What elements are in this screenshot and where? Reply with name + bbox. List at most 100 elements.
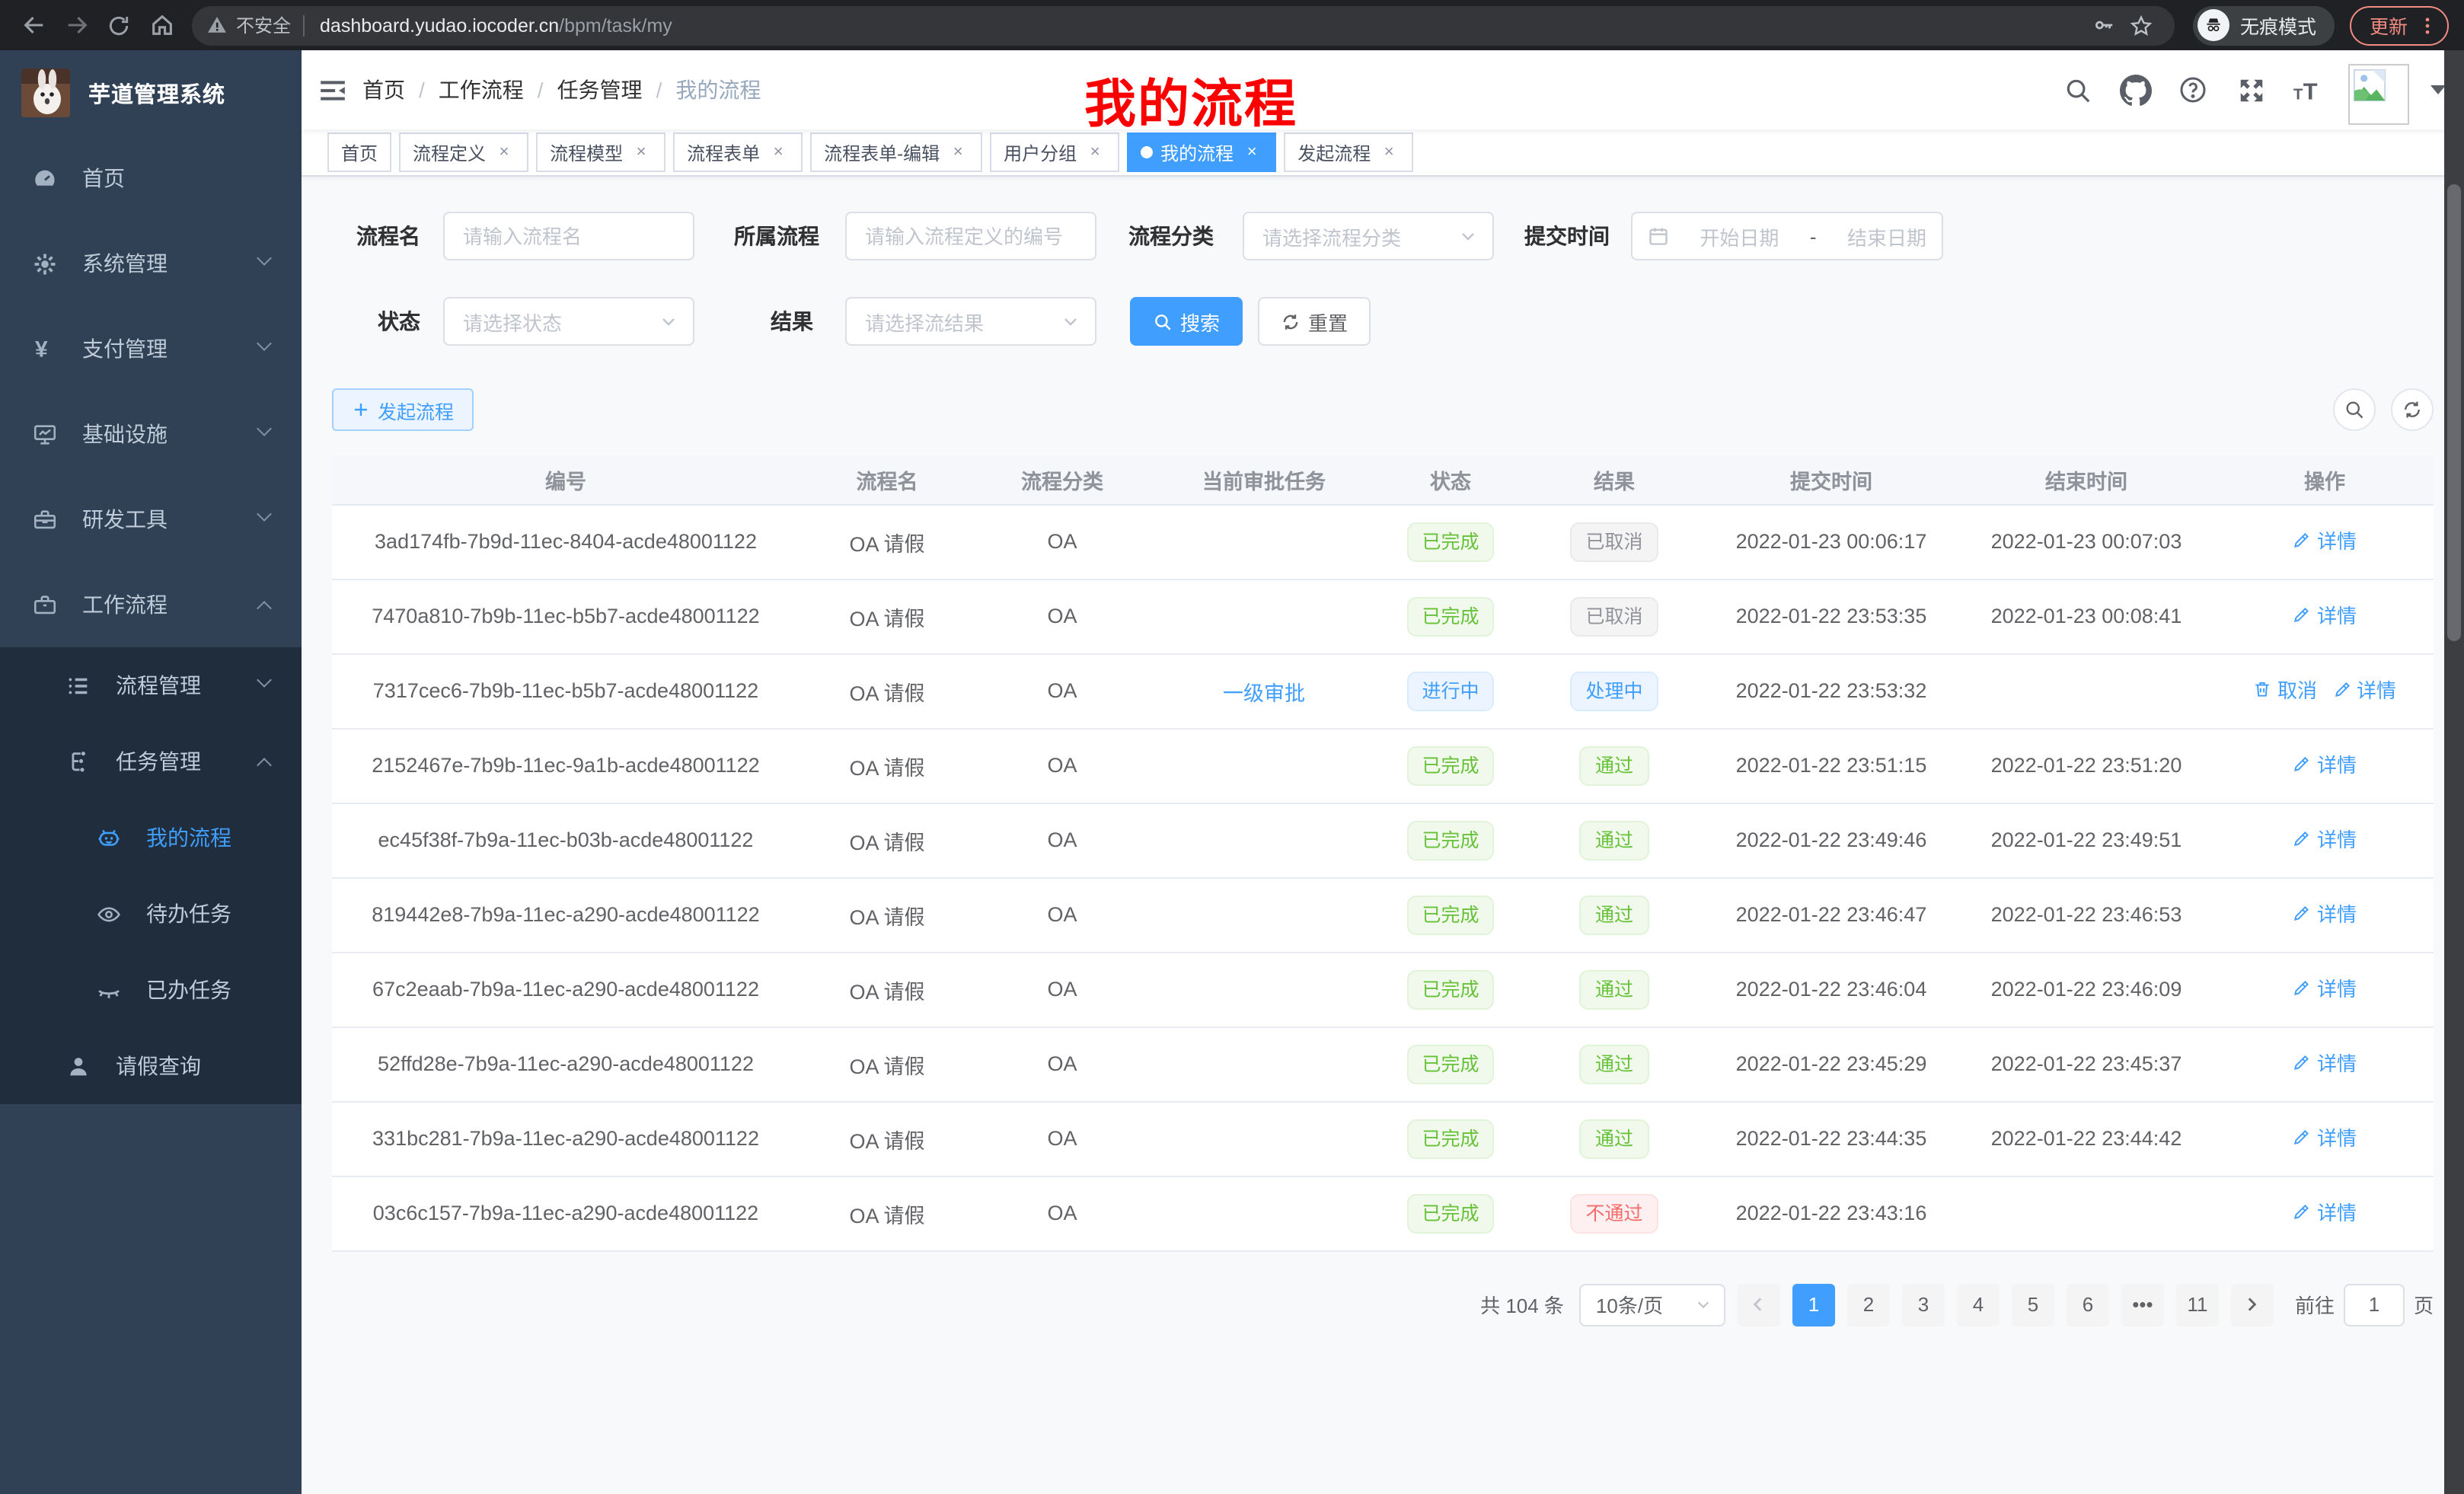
browser-forward-icon[interactable]	[55, 4, 97, 46]
create-process-button[interactable]: 发起流程	[332, 388, 474, 431]
detail-action-link[interactable]: 详情	[2293, 600, 2357, 629]
cell-current-task[interactable]: 一级审批	[1150, 653, 1378, 728]
breadcrumb-workflow[interactable]: 工作流程	[439, 75, 524, 105]
scrollbar-thumb[interactable]	[2447, 184, 2461, 641]
tab-流程表单[interactable]: 流程表单×	[673, 132, 803, 172]
page-button-11[interactable]: 11	[2176, 1283, 2219, 1326]
tab-发起流程[interactable]: 发起流程×	[1284, 132, 1413, 172]
close-icon[interactable]: ×	[493, 142, 515, 163]
page-button-3[interactable]: 3	[1902, 1283, 1945, 1326]
tab-首页[interactable]: 首页	[327, 132, 391, 172]
detail-action-link[interactable]: 详情	[2332, 675, 2396, 704]
sidebar-item-my-process[interactable]: 我的流程	[0, 800, 302, 876]
page-button-1[interactable]: 1	[1792, 1283, 1835, 1326]
task-link[interactable]: 一级审批	[1223, 682, 1305, 704]
browser-menu-icon[interactable]	[2417, 14, 2438, 36]
column-header: 状态	[1378, 455, 1523, 504]
breadcrumb-task-mgmt[interactable]: 任务管理	[557, 75, 643, 105]
table-row: 7317cec6-7b9b-11ec-b5b7-acde48001122OA 请…	[332, 653, 2434, 728]
close-icon[interactable]: ×	[630, 142, 652, 163]
address-bar[interactable]: 不安全 dashboard.yudao.iocoder.cn/bpm/task/…	[192, 5, 2175, 45]
search-icon[interactable]	[2059, 72, 2095, 108]
avatar-caret-down-icon[interactable]	[2430, 85, 2446, 101]
sidebar-toggle-hamburger-icon[interactable]	[302, 50, 362, 129]
window-scrollbar[interactable]	[2444, 50, 2464, 1494]
sidebar-item-task-mgmt[interactable]: 任务管理	[0, 723, 302, 800]
sidebar-item-done-tasks[interactable]: 已办任务	[0, 952, 302, 1028]
browser-back-icon[interactable]	[12, 4, 55, 46]
search-button[interactable]: 搜索	[1130, 297, 1243, 346]
submit-time-label: 提交时间	[1524, 221, 1610, 251]
tab-用户分组[interactable]: 用户分组×	[990, 132, 1119, 172]
detail-action-link[interactable]: 详情	[2293, 1122, 2357, 1151]
cancel-action-link[interactable]: 取消	[2253, 675, 2317, 704]
sidebar-item-payment-mgmt[interactable]: ¥支付管理	[0, 306, 302, 391]
sidebar-item-workflow[interactable]: 工作流程	[0, 562, 302, 647]
prev-page-button[interactable]	[1738, 1283, 1780, 1326]
app-logo[interactable]: 芋道管理系统	[0, 50, 302, 136]
status-badge: 通过	[1580, 1044, 1649, 1084]
page-size-select[interactable]: 10条/页	[1579, 1283, 1725, 1326]
detail-action-link[interactable]: 详情	[2293, 973, 2357, 1002]
detail-action-link[interactable]: 详情	[2293, 1197, 2357, 1226]
cell-result: 处理中	[1523, 653, 1706, 728]
sidebar-item-home[interactable]: 首页	[0, 136, 302, 221]
cell-result: 通过	[1523, 803, 1706, 877]
category-select[interactable]: 请选择流程分类	[1243, 212, 1494, 260]
page-button-2[interactable]: 2	[1847, 1283, 1890, 1326]
tab-流程表单-编辑[interactable]: 流程表单-编辑×	[810, 132, 982, 172]
cell-status: 已完成	[1378, 877, 1523, 952]
detail-action-link[interactable]: 详情	[2293, 525, 2357, 554]
reset-button[interactable]: 重置	[1258, 297, 1371, 346]
refresh-table-icon[interactable]	[2391, 388, 2434, 431]
browser-home-icon[interactable]	[140, 4, 183, 46]
detail-action-link[interactable]: 详情	[2293, 824, 2357, 853]
tab-流程定义[interactable]: 流程定义×	[399, 132, 528, 172]
gear-icon	[30, 250, 58, 277]
detail-action-link[interactable]: 详情	[2293, 1048, 2357, 1077]
result-select[interactable]: 请选择流结果	[845, 297, 1096, 346]
close-icon[interactable]: ×	[1378, 142, 1400, 163]
submit-time-range[interactable]: 开始日期 - 结束日期	[1631, 212, 1943, 260]
page-button-5[interactable]: 5	[2012, 1283, 2054, 1326]
update-button[interactable]: 更新	[2350, 5, 2449, 45]
more-pages-button[interactable]: •••	[2121, 1283, 2164, 1326]
status-select[interactable]: 请选择状态	[443, 297, 694, 346]
edit-icon	[2293, 530, 2312, 550]
close-icon[interactable]: ×	[1084, 142, 1106, 163]
tab-label: 我的流程	[1160, 139, 1234, 165]
browser-reload-icon[interactable]	[97, 4, 140, 46]
close-icon[interactable]: ×	[1241, 142, 1262, 163]
process-name-input[interactable]	[443, 212, 694, 260]
detail-action-link[interactable]: 详情	[2293, 899, 2357, 927]
sidebar-item-infrastructure[interactable]: 基础设施	[0, 391, 302, 477]
avatar[interactable]	[2348, 64, 2409, 125]
site-security-warning-icon[interactable]	[207, 15, 227, 35]
sidebar-item-process-mgmt[interactable]: 流程管理	[0, 647, 302, 723]
goto-page-input[interactable]	[2344, 1283, 2405, 1326]
breadcrumb-home[interactable]: 首页	[362, 75, 405, 105]
sidebar-item-system-mgmt[interactable]: 系统管理	[0, 221, 302, 306]
sidebar-item-dev-tools[interactable]: 研发工具	[0, 477, 302, 562]
cell-name: OA 请假	[800, 728, 975, 803]
filter-row-1: 流程名 所属流程 流程分类 请选择流程分类 提交时间 开始日期 - 结束日期	[332, 212, 2434, 260]
page-button-4[interactable]: 4	[1957, 1283, 2000, 1326]
tab-我的流程[interactable]: 我的流程 ×	[1127, 132, 1276, 172]
password-key-icon[interactable]	[2086, 7, 2123, 43]
page-button-6[interactable]: 6	[2067, 1283, 2109, 1326]
github-icon[interactable]	[2117, 72, 2153, 108]
detail-action-link[interactable]: 详情	[2293, 749, 2357, 778]
sidebar-item-todo-tasks[interactable]: 待办任务	[0, 876, 302, 952]
font-size-icon[interactable]: TT	[2290, 72, 2327, 108]
close-icon[interactable]: ×	[947, 142, 969, 163]
process-id-input[interactable]	[845, 212, 1096, 260]
close-icon[interactable]: ×	[768, 142, 789, 163]
sidebar-item-leave-query[interactable]: 请假查询	[0, 1028, 302, 1104]
bookmark-star-icon[interactable]	[2123, 7, 2159, 43]
fullscreen-icon[interactable]	[2233, 72, 2269, 108]
tab-流程模型[interactable]: 流程模型×	[536, 132, 665, 172]
help-icon[interactable]	[2175, 72, 2211, 108]
cell-submit-time: 2022-01-23 00:06:17	[1706, 504, 1957, 579]
show-search-icon[interactable]	[2333, 388, 2376, 431]
next-page-button[interactable]	[2231, 1283, 2274, 1326]
